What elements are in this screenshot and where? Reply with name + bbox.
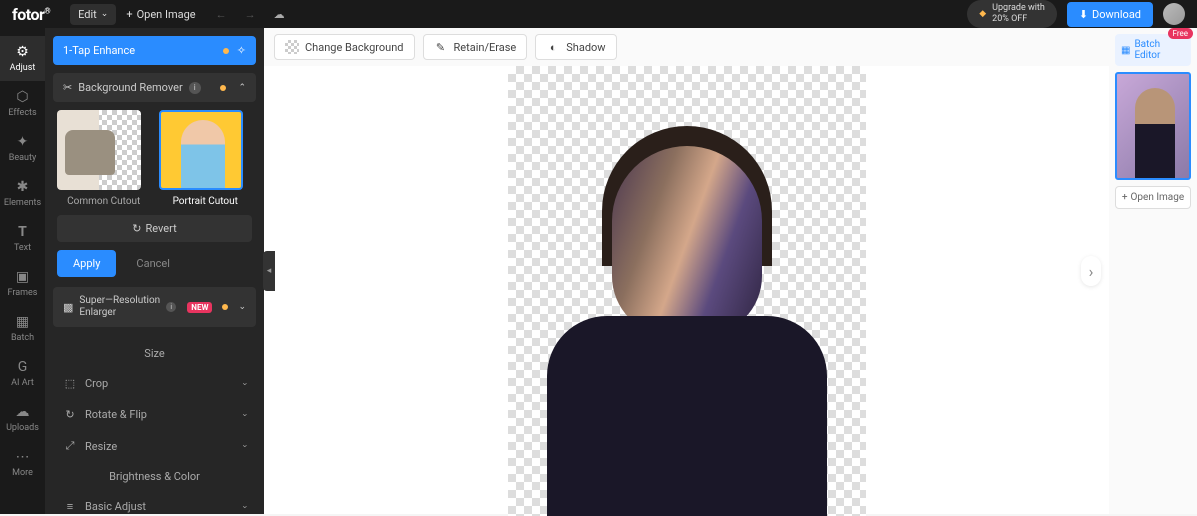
shadow-icon: ◐: [546, 40, 560, 54]
open-image-button[interactable]: +Open Image: [126, 8, 195, 21]
download-icon: ⬇: [1079, 8, 1088, 21]
revert-button[interactable]: ↻Revert: [57, 215, 252, 242]
change-background-button[interactable]: Change Background: [274, 34, 415, 60]
tool-text[interactable]: TText: [0, 216, 45, 261]
new-badge: NEW: [187, 302, 212, 313]
effects-icon: ⬡: [15, 89, 31, 105]
top-bar: fotor® Edit⌄ +Open Image ← → ☁ ◆ Upgrade…: [0, 0, 1197, 28]
portrait-cutout-thumb: [159, 110, 243, 190]
chevron-down-icon: ›: [240, 382, 250, 385]
portrait-cutout-label: Portrait Cutout: [159, 196, 253, 207]
tool-frames[interactable]: ▣Frames: [0, 261, 45, 306]
wand-icon: ✧: [237, 44, 246, 57]
pencil-icon: ✎: [434, 40, 448, 54]
cancel-button[interactable]: Cancel: [124, 250, 181, 277]
tool-elements[interactable]: ✱Elements: [0, 171, 45, 216]
common-cutout-option[interactable]: Common Cutout: [57, 110, 151, 207]
batch-editor-icon: ▦: [1121, 45, 1130, 56]
tool-uploads[interactable]: ☁Uploads: [0, 396, 45, 441]
common-cutout-thumb: [57, 110, 141, 190]
transparency-icon: [285, 40, 299, 54]
scissors-icon: ✂: [63, 81, 72, 94]
crop-row[interactable]: ⬚Crop›: [53, 368, 256, 399]
batch-icon: ▦: [15, 314, 31, 330]
redo-icon[interactable]: →: [245, 8, 256, 21]
resize-icon: ⤢: [63, 439, 77, 453]
chevron-down-icon: ›: [240, 413, 250, 416]
tool-batch[interactable]: ▦Batch: [0, 306, 45, 351]
info-icon: i: [166, 302, 176, 312]
chevron-down-icon: ›: [240, 445, 250, 448]
canvas-area: Change Background ✎Retain/Erase ◐Shadow …: [264, 28, 1109, 514]
right-panel: ▦ Batch Editor Free +Open Image: [1109, 28, 1197, 514]
logo: fotor®: [12, 5, 50, 24]
crop-icon: ⬚: [63, 377, 77, 390]
size-section-title: Size: [53, 339, 256, 368]
avatar[interactable]: [1163, 3, 1185, 25]
revert-icon: ↻: [132, 222, 141, 235]
upgrade-button[interactable]: ◆ Upgrade with 20% OFF: [967, 0, 1057, 28]
image-thumbnail[interactable]: [1115, 72, 1191, 180]
tool-ai-art[interactable]: GAI Art: [0, 351, 45, 396]
chevron-down-icon: ⌄: [101, 9, 109, 19]
enlarge-icon: ▩: [63, 301, 73, 314]
download-button[interactable]: ⬇Download: [1067, 2, 1153, 27]
sliders-icon: ≡: [63, 500, 77, 513]
common-cutout-label: Common Cutout: [57, 196, 151, 207]
batch-editor-button[interactable]: ▦ Batch Editor Free: [1115, 34, 1191, 66]
one-tap-enhance[interactable]: 1-Tap Enhance✧: [53, 36, 256, 65]
text-icon: T: [15, 224, 31, 240]
edited-image: [508, 66, 866, 516]
open-image-right-button[interactable]: +Open Image: [1115, 186, 1191, 209]
plus-icon: +: [126, 8, 132, 21]
uploads-icon: ☁: [15, 404, 31, 420]
brightness-section-title: Brightness & Color: [53, 462, 256, 491]
chevron-up-icon: ⌃: [238, 83, 246, 93]
free-badge: Free: [1168, 28, 1193, 39]
side-panel: 1-Tap Enhance✧ ✂ Background Remover i ⌃ …: [45, 28, 264, 514]
tool-adjust[interactable]: ⚙Adjust: [0, 36, 45, 81]
super-resolution-label: Super—ResolutionEnlarger: [79, 295, 160, 319]
edit-menu[interactable]: Edit⌄: [70, 4, 116, 25]
basic-adjust-row[interactable]: ≡Basic Adjust›: [53, 491, 256, 514]
frames-icon: ▣: [15, 269, 31, 285]
canvas-toolbar: Change Background ✎Retain/Erase ◐Shadow: [264, 28, 1109, 66]
cloud-icon[interactable]: ☁: [274, 8, 285, 21]
retain-erase-button[interactable]: ✎Retain/Erase: [423, 34, 528, 60]
right-panel-toggle[interactable]: ›: [1081, 256, 1101, 286]
tool-more[interactable]: ⋯More: [0, 441, 45, 486]
beauty-icon: ✦: [15, 134, 31, 150]
rotate-flip-row[interactable]: ↻Rotate & Flip›: [53, 399, 256, 430]
premium-dot-icon: [223, 48, 229, 54]
elements-icon: ✱: [15, 179, 31, 195]
portrait-cutout-option[interactable]: Portrait Cutout: [159, 110, 253, 207]
tool-strip: ⚙Adjust ⬡Effects ✦Beauty ✱Elements TText…: [0, 28, 45, 514]
panel-collapse-handle[interactable]: ◂: [263, 251, 275, 291]
background-remover-header[interactable]: ✂ Background Remover i ⌃: [53, 73, 256, 102]
diamond-icon: ◆: [979, 9, 986, 20]
apply-button[interactable]: Apply: [57, 250, 116, 277]
super-resolution-row[interactable]: ▩ Super—ResolutionEnlarger i NEW ⌄: [53, 287, 256, 327]
more-icon: ⋯: [15, 449, 31, 465]
chevron-down-icon: ⌄: [238, 302, 246, 312]
canvas[interactable]: [264, 66, 1109, 516]
resize-row[interactable]: ⤢Resize›: [53, 430, 256, 462]
chevron-down-icon: ›: [240, 505, 250, 508]
rotate-icon: ↻: [63, 408, 77, 421]
tool-beauty[interactable]: ✦Beauty: [0, 126, 45, 171]
plus-icon: +: [1122, 192, 1128, 203]
tool-effects[interactable]: ⬡Effects: [0, 81, 45, 126]
shadow-button[interactable]: ◐Shadow: [535, 34, 616, 60]
premium-dot-icon: [222, 304, 228, 310]
undo-icon[interactable]: ←: [216, 8, 227, 21]
info-icon: i: [189, 82, 201, 94]
ai-art-icon: G: [15, 359, 31, 375]
history-nav: ← → ☁: [216, 8, 285, 21]
premium-dot-icon: [220, 85, 226, 91]
adjust-icon: ⚙: [15, 44, 31, 60]
